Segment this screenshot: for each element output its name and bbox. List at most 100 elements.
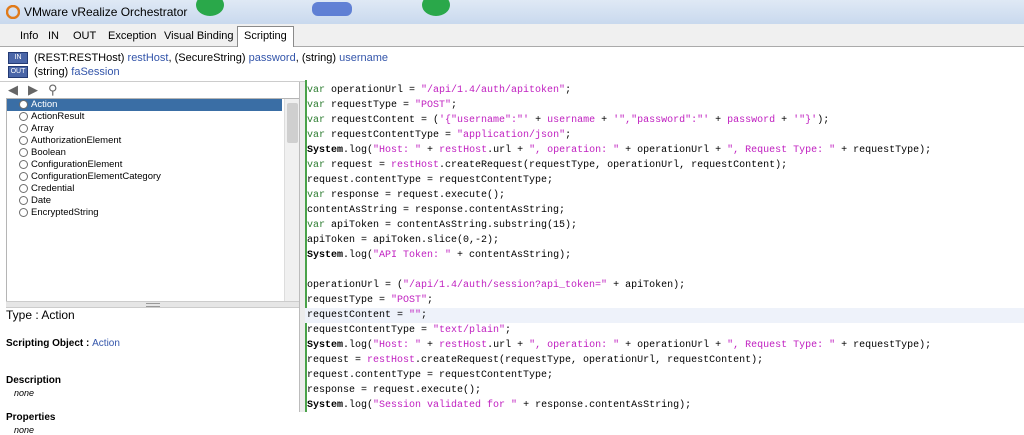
param-type: (SecureString) (174, 52, 246, 64)
code-line[interactable]: var operationUrl = "/api/1.4/auth/apitok… (305, 83, 1024, 98)
code-token: .log( (343, 400, 374, 411)
param-username[interactable]: username (339, 52, 388, 64)
code-token: + operationUrl + (619, 145, 728, 156)
code-token: restHost (391, 160, 440, 171)
code-token: System (307, 340, 344, 351)
code-line[interactable]: System.log("Host: " + restHost.url + ", … (305, 143, 1024, 158)
tree-item[interactable]: Boolean (7, 147, 282, 159)
tree-item[interactable]: ConfigurationElementCategory (7, 171, 282, 183)
code-token: restHost (439, 145, 488, 156)
tree-item-action[interactable]: Action (7, 99, 282, 111)
code-line[interactable]: contentAsString = response.contentAsStri… (305, 203, 1024, 218)
tree-item[interactable]: ConfigurationElement (7, 159, 282, 171)
tab-exception[interactable]: Exception (102, 27, 162, 45)
in-parameters-icon: IN (8, 52, 28, 65)
code-line[interactable]: var apiToken = contentAsString.substring… (305, 218, 1024, 233)
code-line[interactable]: requestContent = ""; (305, 308, 1024, 323)
properties-value: none (14, 425, 35, 435)
code-token: ", Request Type: " (727, 145, 836, 156)
code-line[interactable] (305, 263, 1024, 278)
code-line[interactable]: request.contentType = requestContentType… (305, 173, 1024, 188)
code-line[interactable]: System.log("API Token: " + contentAsStri… (305, 248, 1024, 263)
code-token: + (775, 115, 794, 126)
panel-splitter[interactable] (6, 301, 299, 308)
param-password[interactable]: password (249, 52, 296, 64)
tree-item[interactable]: Date (7, 195, 282, 207)
code-token: + requestType); (835, 340, 932, 351)
param-resthost[interactable]: restHost (128, 52, 169, 64)
tab-visual-binding[interactable]: Visual Binding (158, 27, 240, 45)
title-bar: VMware vRealize Orchestrator (0, 0, 1024, 25)
code-token: "POST" (415, 100, 452, 111)
code-token: + operationUrl + (619, 340, 728, 351)
description-label: Description (6, 375, 62, 386)
param-type: (string) (34, 66, 69, 78)
tab-in[interactable]: IN (42, 27, 65, 45)
tree-item-label: ConfigurationElement (31, 159, 123, 170)
code-line[interactable]: var requestContentType = "application/js… (305, 128, 1024, 143)
tree-item[interactable]: Credential (7, 183, 282, 195)
code-line[interactable]: operationUrl = ("/api/1.4/auth/session?a… (305, 278, 1024, 293)
tab-out[interactable]: OUT (67, 27, 102, 45)
code-line[interactable]: var requestType = "POST"; (305, 98, 1024, 113)
code-token: ; (421, 310, 428, 321)
tab-info[interactable]: Info (14, 27, 44, 45)
code-token: "Host: " (373, 340, 422, 351)
code-token: '{"username":"' (439, 115, 530, 126)
code-token: restHost (367, 355, 416, 366)
code-token: var (307, 85, 326, 96)
type-tree: Action ActionResult Array AuthorizationE… (6, 98, 301, 302)
code-token: '"}' (793, 115, 818, 126)
code-line[interactable]: request.contentType = requestContentType… (305, 368, 1024, 383)
code-token: .log( (343, 250, 374, 261)
code-token: .url + (487, 145, 530, 156)
param-fasession[interactable]: faSession (71, 66, 119, 78)
code-line[interactable]: response = request.execute(); (305, 383, 1024, 398)
search-icon[interactable]: ⚲ (48, 82, 58, 98)
code-line[interactable]: System.log("Session validated for " + re… (305, 398, 1024, 413)
tree-item[interactable]: AuthorizationElement (7, 135, 282, 147)
type-icon (19, 196, 28, 205)
type-icon (19, 160, 28, 169)
code-token: "Session validated for " (373, 400, 518, 411)
tree-item-label: AuthorizationElement (31, 135, 122, 146)
code-line[interactable]: request = restHost.createRequest(request… (305, 353, 1024, 368)
code-line[interactable]: requestType = "POST"; (305, 293, 1024, 308)
code-token: request.contentType = requestContentType… (307, 175, 554, 186)
code-token: .url + (487, 340, 530, 351)
code-token: + requestType); (835, 145, 932, 156)
code-token: "application/json" (457, 130, 566, 141)
code-token: var (307, 160, 326, 171)
code-token: .log( (343, 145, 374, 156)
code-token: var (307, 115, 326, 126)
code-line[interactable]: var response = request.execute(); (305, 188, 1024, 203)
code-token: + (595, 115, 614, 126)
code-token: ; (565, 130, 572, 141)
code-line[interactable]: System.log("Host: " + restHost.url + ", … (305, 338, 1024, 353)
tree-item[interactable]: EncryptedString (7, 207, 282, 219)
param-type: (REST:RESTHost) (34, 52, 125, 64)
tree-item[interactable]: Array (7, 123, 282, 135)
code-token: var (307, 190, 326, 201)
code-token: request.contentType = requestContentType… (307, 370, 554, 381)
code-line[interactable]: apiToken = apiToken.slice(0,-2); (305, 233, 1024, 248)
code-token: "Host: " (373, 145, 422, 156)
back-arrow-icon[interactable]: ◀ (8, 82, 18, 98)
tree-item[interactable]: ActionResult (7, 111, 282, 123)
script-editor[interactable]: var operationUrl = "/api/1.4/auth/apitok… (305, 80, 1024, 412)
forward-arrow-icon[interactable]: ▶ (28, 82, 38, 98)
tab-scripting[interactable]: Scripting (237, 26, 294, 47)
type-icon (19, 112, 28, 121)
code-line[interactable]: requestContentType = "text/plain"; (305, 323, 1024, 338)
scrollbar-thumb[interactable] (287, 103, 298, 143)
code-token: var (307, 100, 326, 111)
tab-bar: Info IN OUT Exception Visual Binding Scr… (0, 24, 1024, 47)
code-token: contentAsString = response.contentAsStri… (307, 205, 566, 216)
scripting-object-link[interactable]: Action (92, 338, 120, 349)
scripting-object-row: Scripting Object : Action (6, 338, 120, 349)
tree-scrollbar[interactable] (284, 99, 300, 301)
code-line[interactable]: var request = restHost.createRequest(req… (305, 158, 1024, 173)
api-explorer-panel: ◀ ▶ ⚲ Action ActionResult Array Authoriz… (0, 82, 301, 435)
tree-item-label: Boolean (31, 147, 66, 158)
code-line[interactable]: var requestContent = ('{"username":"' + … (305, 113, 1024, 128)
